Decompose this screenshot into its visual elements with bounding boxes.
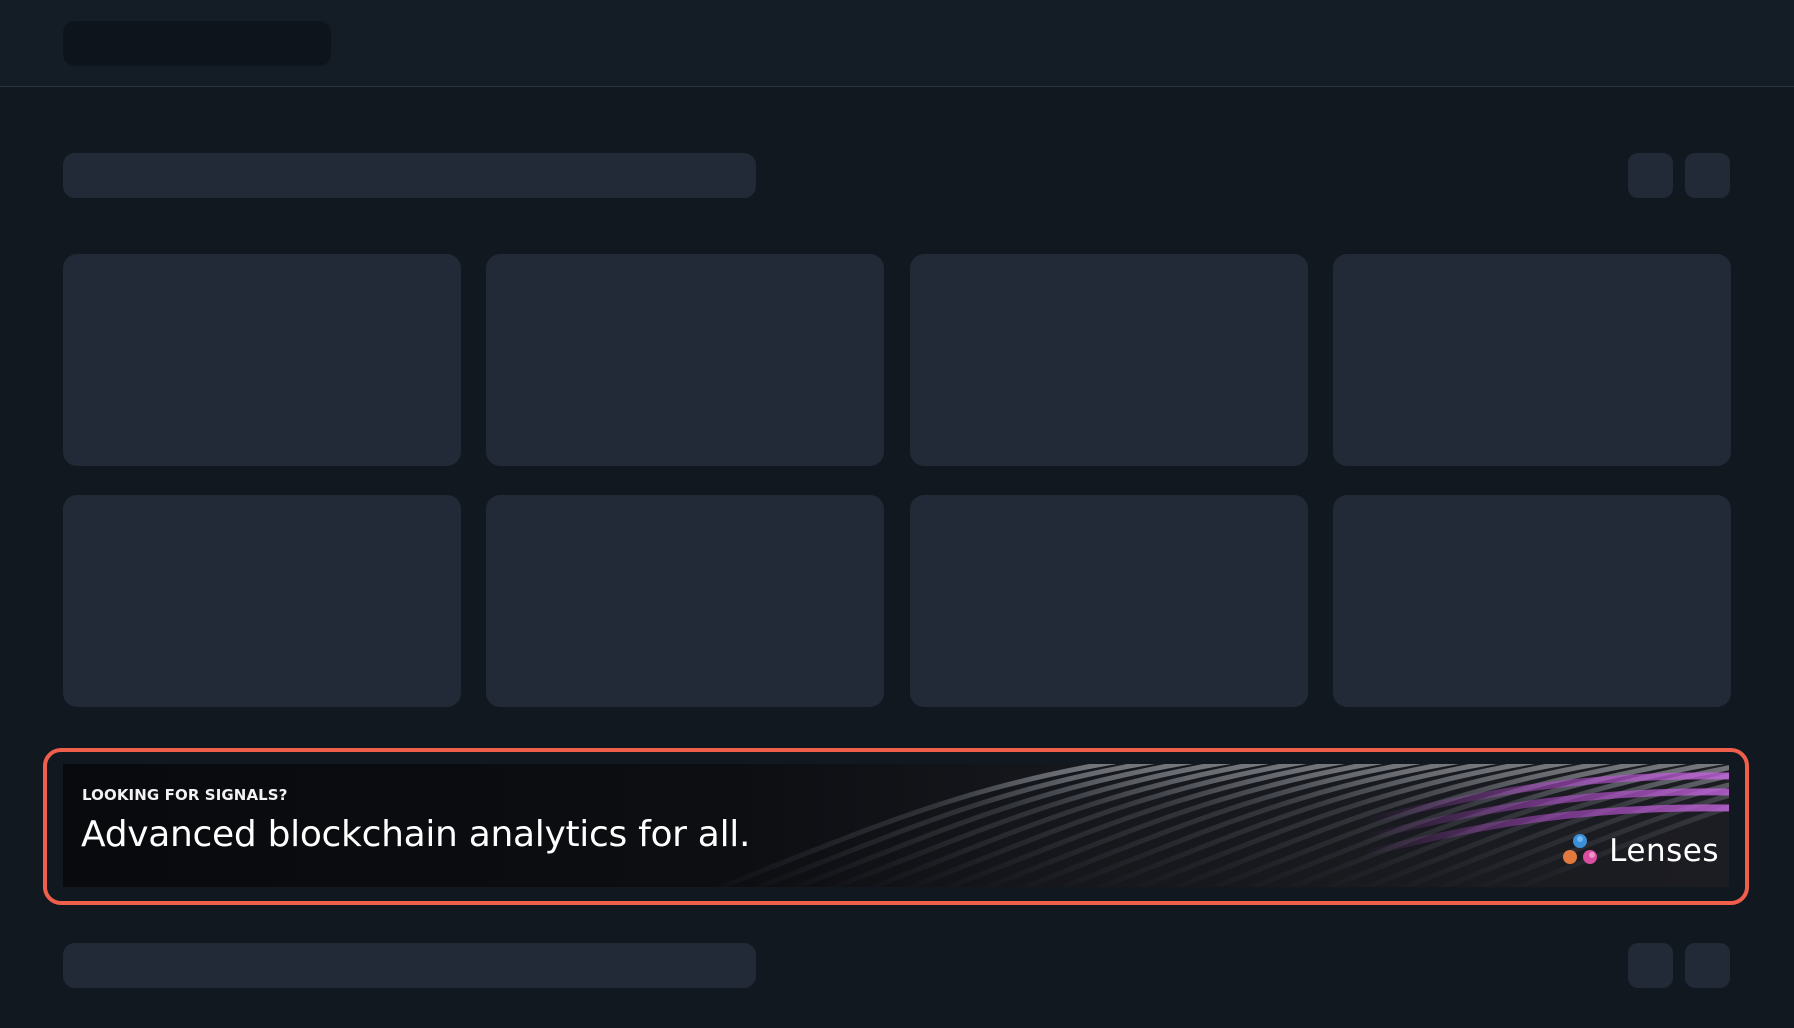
brand-logo[interactable]: Lenses — [1559, 830, 1719, 872]
action-button-placeholder — [1628, 943, 1673, 988]
top-bar — [0, 0, 1794, 87]
card-placeholder — [486, 254, 884, 466]
banner-kicker: LOOKING FOR SIGNALS? — [82, 786, 288, 804]
card-placeholder — [486, 495, 884, 707]
action-button-placeholder — [1628, 153, 1673, 198]
ad-banner[interactable]: LOOKING FOR SIGNALS? Advanced blockchain… — [63, 764, 1729, 887]
logo-placeholder — [63, 21, 331, 66]
banner-headline: Advanced blockchain analytics for all. — [81, 814, 751, 855]
card-placeholder — [1333, 254, 1731, 466]
action-button-placeholder — [1685, 943, 1730, 988]
card-placeholder — [63, 495, 461, 707]
card-placeholder — [910, 495, 1308, 707]
section-title-placeholder — [63, 153, 756, 198]
action-button-placeholder — [1685, 153, 1730, 198]
card-placeholder — [910, 254, 1308, 466]
section-title-placeholder — [63, 943, 756, 988]
card-placeholder — [1333, 495, 1731, 707]
lenses-logo-icon — [1563, 834, 1598, 864]
card-placeholder — [63, 254, 461, 466]
brand-name: Lenses — [1609, 833, 1719, 869]
